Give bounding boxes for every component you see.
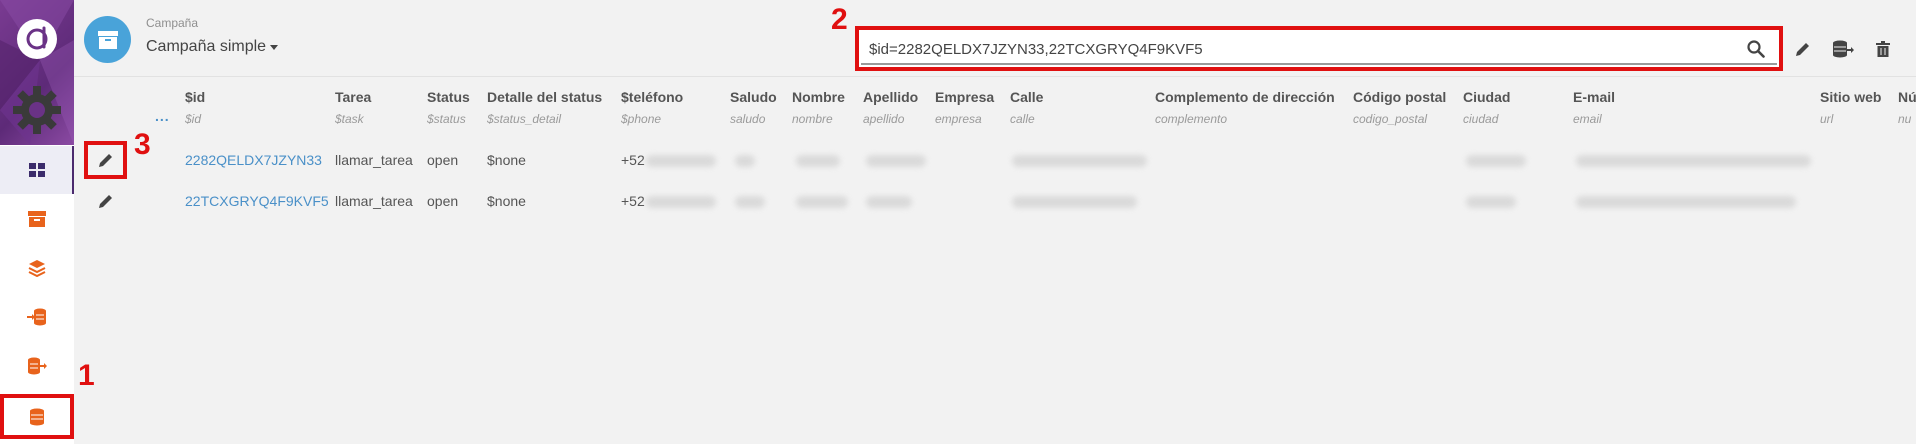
d-logo-icon[interactable] [17, 19, 57, 59]
archive-icon [97, 30, 118, 49]
column-header-ciudad[interactable]: Ciudad [1463, 89, 1510, 105]
row-status: open [427, 152, 459, 168]
redacted-cell [1576, 196, 1796, 208]
search-value: $id=2282QELDX7JZYN33,22TCXGRYQ4F9KVF5 [869, 41, 1203, 58]
pencil-icon [99, 195, 112, 208]
annotation-number-1: 1 [78, 359, 95, 392]
column-subheader-apellido: apellido [863, 112, 905, 126]
column-subheader-saludo: saludo [730, 112, 766, 126]
campaign-label: Campaña [146, 16, 199, 30]
column-subheader-status-detail: $status_detail [487, 112, 562, 126]
header-divider [74, 76, 1916, 77]
column-header-status-detail[interactable]: Detalle del status [487, 89, 602, 105]
column-subheader-codigo-postal: codigo_postal [1353, 112, 1428, 126]
trash-icon [1876, 41, 1890, 57]
redacted-cell [1466, 196, 1516, 208]
column-header-nombre[interactable]: Nombre [792, 89, 845, 105]
database-export-icon [1833, 40, 1854, 58]
sidebar-item-archive[interactable] [0, 195, 74, 243]
column-subheader-calle: calle [1010, 112, 1035, 126]
column-subheader-sitio-web: url [1820, 112, 1834, 126]
column-header-tarea[interactable]: Tarea [335, 89, 371, 105]
redacted-cell [1466, 155, 1526, 167]
sidebar [0, 0, 74, 444]
column-subheader-ciudad: ciudad [1463, 112, 1499, 126]
redacted-cell [646, 155, 716, 167]
redacted-cell [866, 155, 926, 167]
grid-icon [29, 163, 45, 177]
campaign-name: Campaña simple [146, 38, 267, 55]
column-subheader-id: $id [185, 112, 202, 126]
redacted-cell [735, 155, 755, 167]
row-phone: +52 [621, 152, 645, 168]
gear-icon[interactable] [11, 84, 63, 136]
column-subheader-tarea: $task [335, 112, 364, 126]
redacted-cell [1576, 155, 1811, 167]
search-input[interactable]: $id=2282QELDX7JZYN33,22TCXGRYQ4F9KVF5 [861, 32, 1777, 65]
redacted-cell [796, 196, 848, 208]
row-edit-button[interactable] [94, 189, 118, 213]
column-header-status[interactable]: Status [427, 89, 470, 105]
archive-icon [28, 211, 46, 227]
column-subheader-status: $status [427, 112, 466, 126]
column-header-calle[interactable]: Calle [1010, 89, 1043, 105]
column-subheader-telefono: $phone [621, 112, 662, 126]
row-phone: +52 [621, 193, 645, 209]
column-subheader-empresa: empresa [935, 112, 982, 126]
column-header-apellido[interactable]: Apellido [863, 89, 918, 105]
edit-button[interactable] [1792, 38, 1814, 60]
row-id-link[interactable]: 2282QELDX7JZYN33 [185, 152, 322, 168]
redacted-cell [1012, 155, 1147, 167]
delete-button[interactable] [1872, 38, 1894, 60]
annotation-box-1 [0, 394, 74, 439]
column-header-telefono[interactable]: $teléfono [621, 89, 683, 105]
campaign-archive-badge [84, 16, 131, 63]
pencil-icon [1796, 43, 1809, 56]
sidebar-item-export[interactable] [0, 342, 74, 390]
pencil-icon [99, 154, 112, 167]
database-import-icon [27, 308, 46, 326]
row-status: open [427, 193, 459, 209]
redacted-cell [735, 196, 765, 208]
redacted-cell [646, 196, 716, 208]
column-header-email[interactable]: E-mail [1573, 89, 1615, 105]
annotation-number-3: 3 [134, 128, 151, 161]
column-header-codigo-postal[interactable]: Código postal [1353, 89, 1446, 105]
column-options-ellipsis[interactable]: ... [155, 108, 170, 124]
layers-icon [28, 260, 46, 277]
sidebar-item-layers[interactable] [0, 244, 74, 292]
column-subheader-complemento: complemento [1155, 112, 1228, 126]
search-box[interactable]: $id=2282QELDX7JZYN33,22TCXGRYQ4F9KVF5 [855, 26, 1783, 71]
row-task: llamar_tarea [335, 193, 413, 209]
column-header-sitio-web[interactable]: Sitio web [1820, 89, 1881, 105]
row-id-link[interactable]: 22TCXGRYQ4F9KVF5 [185, 193, 329, 209]
column-header-id[interactable]: $id [185, 89, 205, 105]
row-status-detail: $none [487, 152, 526, 168]
export-button[interactable] [1832, 38, 1854, 60]
sidebar-item-dashboard[interactable] [0, 146, 74, 194]
column-header-complemento[interactable]: Complemento de dirección [1155, 89, 1335, 105]
redacted-cell [796, 155, 840, 167]
caret-down-icon [270, 44, 279, 50]
column-header-empresa[interactable]: Empresa [935, 89, 994, 105]
column-subheader-nombre: nombre [792, 112, 833, 126]
column-subheader-email: email [1573, 112, 1602, 126]
row-task: llamar_tarea [335, 152, 413, 168]
row-status-detail: $none [487, 193, 526, 209]
redacted-cell [866, 196, 912, 208]
campaign-selector[interactable]: Campaña simple [146, 38, 279, 56]
column-header-numero[interactable]: Nú [1898, 89, 1916, 105]
annotation-number-2: 2 [831, 3, 848, 36]
column-header-saludo[interactable]: Saludo [730, 89, 777, 105]
database-export-icon [28, 357, 47, 375]
sidebar-brand-area [0, 0, 74, 145]
column-subheader-numero: nu [1898, 112, 1912, 126]
search-icon[interactable] [1747, 40, 1765, 58]
sidebar-item-import[interactable] [0, 293, 74, 341]
row-edit-button[interactable] [94, 148, 118, 172]
redacted-cell [1012, 196, 1137, 208]
